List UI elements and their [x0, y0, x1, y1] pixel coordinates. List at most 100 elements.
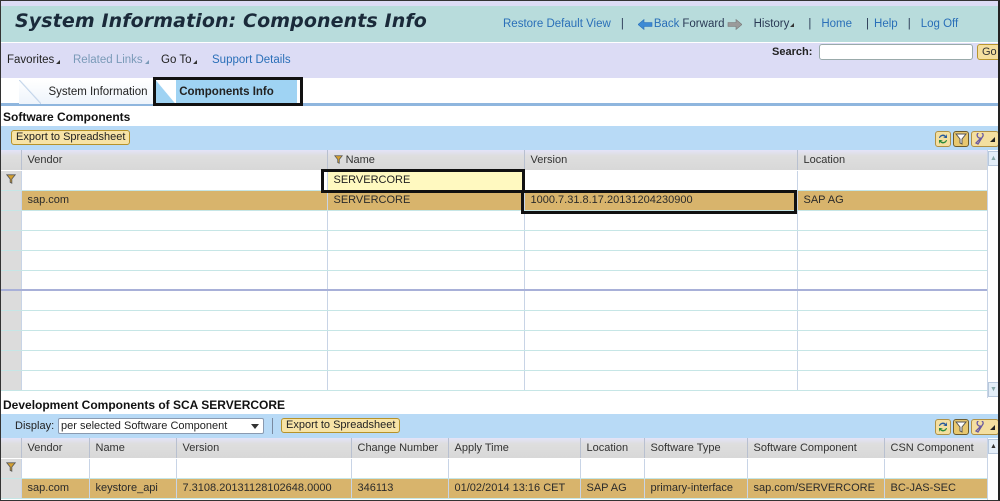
- row-selector-header[interactable]: [1, 150, 22, 171]
- filter-input[interactable]: [580, 458, 645, 479]
- column-header-csn-component[interactable]: CSN Component: [884, 438, 988, 459]
- filter-row-selector[interactable]: [1, 170, 22, 191]
- column-header-version[interactable]: Version: [524, 150, 798, 171]
- column-label: Change Number: [357, 441, 439, 454]
- column-header-location[interactable]: Location: [580, 438, 645, 459]
- refresh-button[interactable]: [935, 131, 951, 147]
- development-components-table: Vendor Name Version Change Number Apply …: [1, 438, 988, 499]
- row-selector[interactable]: [1, 289, 22, 311]
- filter-version-input[interactable]: [524, 170, 798, 191]
- scroll-down-button[interactable]: ▼: [988, 382, 998, 397]
- filter-input[interactable]: [448, 458, 581, 479]
- favorites-menu[interactable]: Favorites: [7, 54, 61, 66]
- row-selector[interactable]: [1, 350, 22, 371]
- scroll-up-button[interactable]: ▲: [988, 151, 998, 166]
- filter-input[interactable]: [884, 458, 988, 479]
- filter-row-selector[interactable]: [1, 458, 22, 479]
- separator: |: [620, 18, 624, 30]
- filter-input[interactable]: [747, 458, 885, 479]
- toolbar-separator: [272, 418, 273, 434]
- column-header-apply-time[interactable]: Apply Time: [448, 438, 581, 459]
- column-header-software-type[interactable]: Software Type: [644, 438, 748, 459]
- tab-system-information[interactable]: System Information: [19, 80, 153, 104]
- row-selector[interactable]: [1, 310, 22, 331]
- empty-cell: [524, 330, 798, 351]
- filter-toggle-button[interactable]: [953, 419, 969, 435]
- column-header-change-number[interactable]: Change Number: [351, 438, 449, 459]
- refresh-icon: [939, 134, 947, 144]
- history-menu[interactable]: History: [754, 18, 795, 30]
- table-row[interactable]: sap.com keystore_api 7.3108.201311281026…: [1, 478, 988, 499]
- filter-input[interactable]: [351, 458, 449, 479]
- row-selector[interactable]: [1, 270, 22, 291]
- related-links-menu[interactable]: Related Links: [73, 54, 149, 66]
- cell-software-component: sap.com/SERVERCORE: [747, 478, 885, 499]
- row-selector[interactable]: [1, 330, 22, 351]
- table-row[interactable]: sap.com SERVERCORE 1000.7.31.8.17.201312…: [1, 190, 988, 211]
- column-header-name[interactable]: Name: [327, 150, 525, 171]
- row-selector[interactable]: [1, 370, 22, 391]
- empty-cell: [21, 230, 328, 251]
- search-input[interactable]: [819, 44, 973, 60]
- home-link[interactable]: Home: [821, 18, 852, 30]
- empty-cell: [327, 310, 525, 331]
- empty-cell: [327, 210, 525, 231]
- display-select-value: per selected Software Component: [61, 420, 228, 432]
- filter-vendor-input[interactable]: [21, 170, 328, 191]
- empty-row: [1, 210, 988, 231]
- column-header-vendor[interactable]: Vendor: [21, 150, 328, 171]
- filter-input[interactable]: [644, 458, 748, 479]
- filter-toggle-button[interactable]: [953, 131, 969, 147]
- dropdown-triangle-icon: [56, 60, 61, 64]
- back-button[interactable]: Back: [637, 18, 679, 30]
- export-to-spreadsheet-button[interactable]: Export to Spreadsheet: [281, 418, 401, 433]
- settings-menu-button[interactable]: [971, 131, 998, 147]
- support-details-link[interactable]: Support Details: [212, 54, 291, 66]
- refresh-button[interactable]: [935, 419, 951, 435]
- filter-location-input[interactable]: [797, 170, 988, 191]
- filter-input[interactable]: [21, 458, 90, 479]
- filter-input[interactable]: [176, 458, 352, 479]
- export-to-spreadsheet-button[interactable]: Export to Spreadsheet: [11, 130, 131, 145]
- empty-cell: [327, 230, 525, 251]
- vertical-scrollbar[interactable]: ▲ ▼: [987, 150, 998, 398]
- forward-button[interactable]: Forward: [682, 18, 742, 30]
- filter-name-input[interactable]: SERVERCORE: [327, 170, 525, 191]
- cell-software-type: primary-interface: [644, 478, 748, 499]
- column-label: Location: [586, 441, 629, 454]
- help-link[interactable]: Help: [874, 18, 898, 30]
- tab-components-info[interactable]: Components Info: [156, 80, 297, 104]
- column-label: Vendor: [27, 153, 63, 166]
- row-selector[interactable]: [1, 190, 22, 211]
- empty-cell: [21, 330, 328, 351]
- column-header-vendor[interactable]: Vendor: [21, 438, 90, 459]
- table-header-row: Vendor Name Version Change Number Apply …: [1, 438, 988, 459]
- column-label: Name: [95, 441, 125, 454]
- app-window: System Information: Components Info Rest…: [0, 0, 1000, 501]
- go-button[interactable]: Go: [977, 44, 998, 60]
- cell-apply-time: 01/02/2014 13:16 CET: [448, 478, 581, 499]
- filter-input[interactable]: [89, 458, 177, 479]
- column-header-location[interactable]: Location: [797, 150, 988, 171]
- display-select[interactable]: per selected Software Component: [58, 418, 264, 434]
- log-off-link[interactable]: Log Off: [921, 18, 959, 30]
- column-header-version[interactable]: Version: [176, 438, 352, 459]
- column-header-software-component[interactable]: Software Component: [747, 438, 885, 459]
- row-selector[interactable]: [1, 210, 22, 231]
- row-selector-header[interactable]: [1, 438, 22, 459]
- row-selector[interactable]: [1, 250, 22, 271]
- restore-default-view-link[interactable]: Restore Default View: [503, 18, 611, 30]
- empty-cell: [327, 250, 525, 271]
- vertical-scrollbar[interactable]: ▲: [987, 438, 998, 500]
- empty-cell: [797, 270, 988, 291]
- row-selector[interactable]: [1, 230, 22, 251]
- favorites-label: Favorites: [7, 54, 55, 66]
- go-to-menu[interactable]: Go To: [161, 54, 198, 66]
- row-selector[interactable]: [1, 478, 22, 499]
- empty-cell: [327, 350, 525, 371]
- column-header-name[interactable]: Name: [89, 438, 177, 459]
- scroll-up-button[interactable]: ▲: [988, 439, 998, 454]
- settings-menu-button[interactable]: [971, 419, 998, 435]
- cell-csn-component: BC-JAS-SEC: [884, 478, 988, 499]
- refresh-icon: [939, 422, 947, 432]
